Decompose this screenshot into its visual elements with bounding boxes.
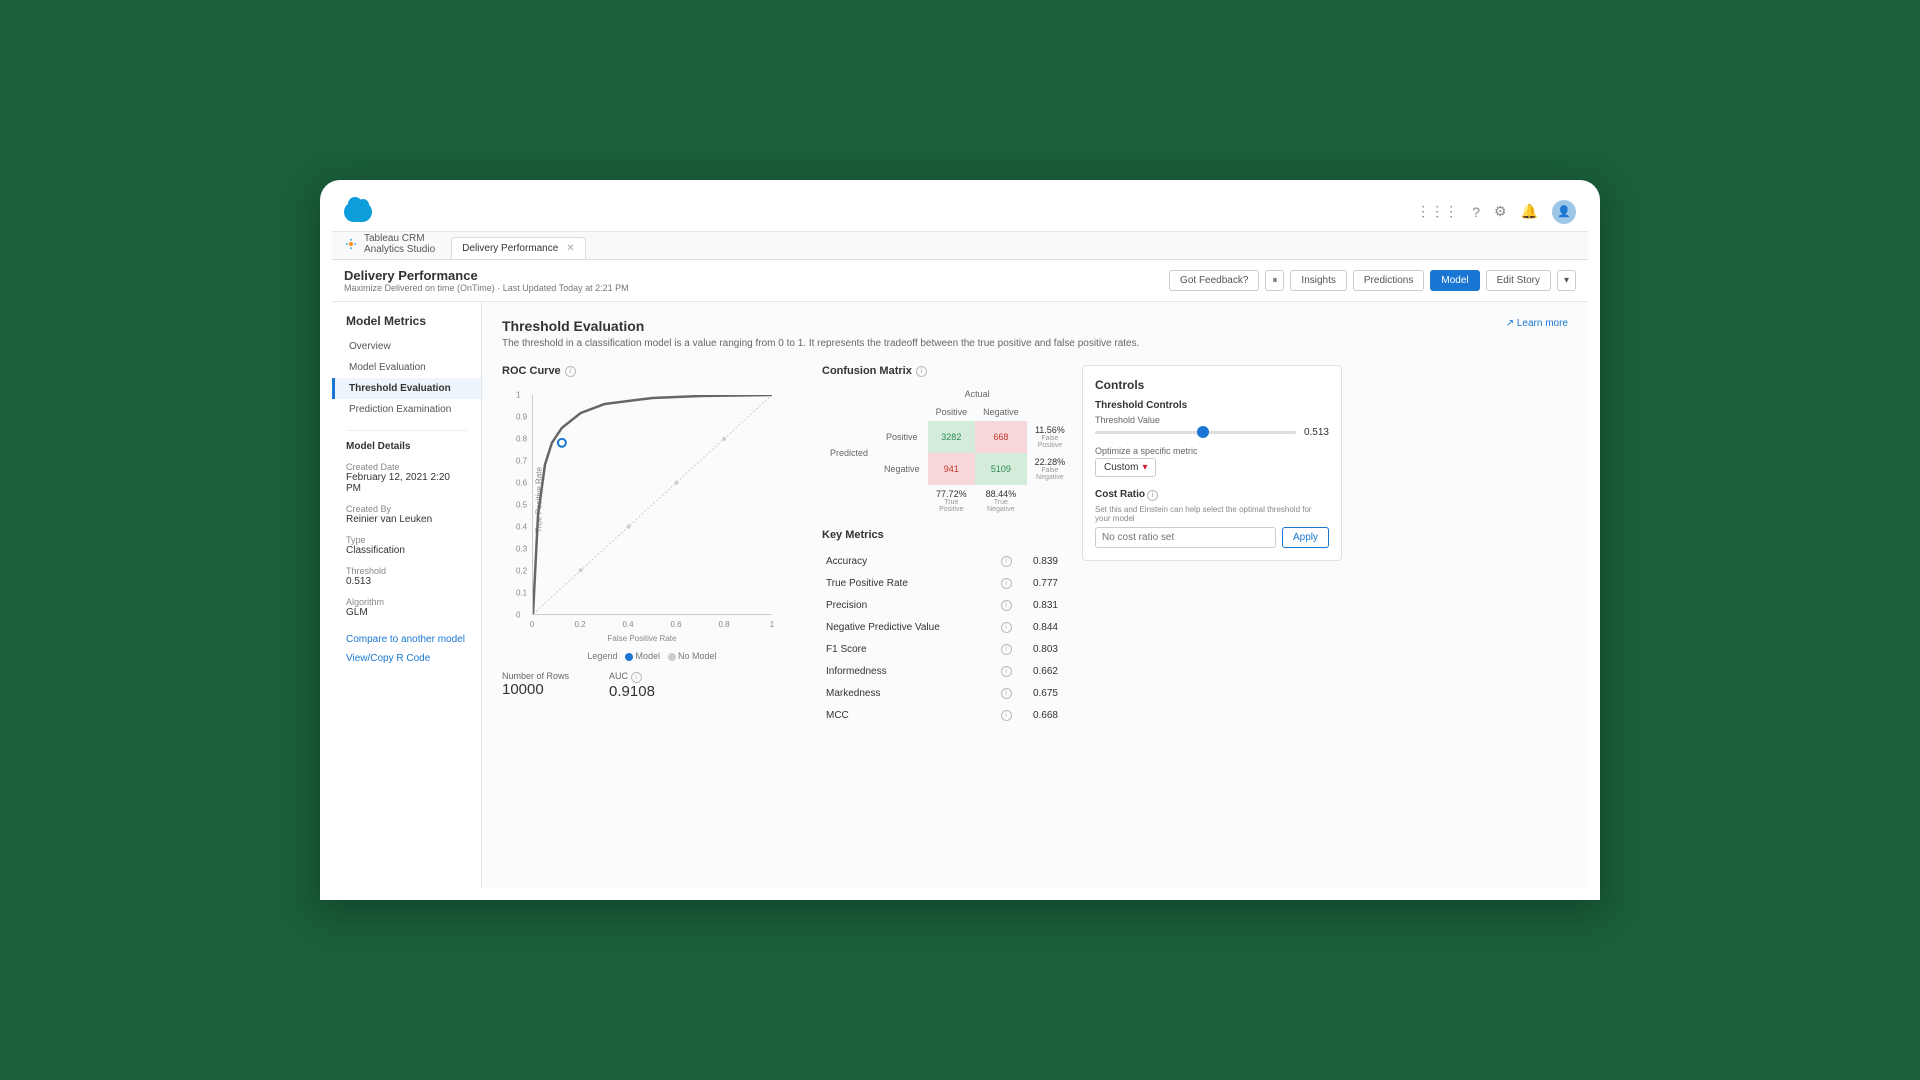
confusion-matrix: Actual PositiveNegative PredictedPositiv… <box>822 385 1073 517</box>
page-subtitle: Maximize Delivered on time (OnTime) · La… <box>344 283 629 293</box>
key-metrics-table: Accuracyi0.839 True Positive Ratei0.777 … <box>822 549 1062 727</box>
app-name-line2: Analytics Studio <box>364 244 435 255</box>
table-row: Negative Predictive Valuei0.844 <box>824 617 1060 637</box>
info-icon[interactable]: i <box>1001 600 1012 611</box>
km-title: Key Metrics <box>822 529 1062 541</box>
info-icon[interactable]: i <box>1001 622 1012 633</box>
optimize-select[interactable]: Custom ▾ <box>1095 458 1156 477</box>
learn-more-link[interactable]: ↗ Learn more <box>1506 318 1568 329</box>
detail-label: Algorithm <box>332 591 481 607</box>
threshold-controls-title: Threshold Controls <box>1095 400 1329 411</box>
apply-button[interactable]: Apply <box>1282 527 1329 548</box>
detail-value: GLM <box>332 607 481 622</box>
salesforce-logo <box>344 202 372 222</box>
main-description: The threshold in a classification model … <box>502 338 1568 349</box>
table-row: Informednessi0.662 <box>824 661 1060 681</box>
detail-label: Created Date <box>332 456 481 472</box>
optimize-label: Optimize a specific metric <box>1095 446 1329 456</box>
detail-value: 0.513 <box>332 576 481 591</box>
table-row: MCCi0.668 <box>824 705 1060 725</box>
pause-button[interactable]: ⏸ <box>1265 270 1284 291</box>
feedback-button[interactable]: Got Feedback? <box>1169 270 1259 291</box>
tableau-crm-icon <box>344 237 358 251</box>
slider-thumb[interactable] <box>1197 426 1209 438</box>
table-row: Markednessi0.675 <box>824 683 1060 703</box>
info-icon[interactable]: i <box>1001 666 1012 677</box>
main-content: Threshold Evaluation ↗ Learn more The th… <box>482 302 1588 888</box>
chevron-down-icon: ▾ <box>1142 462 1147 473</box>
more-menu-button[interactable]: ▾ <box>1557 270 1576 291</box>
app-indicator: Tableau CRM Analytics Studio <box>332 229 447 259</box>
table-row: F1 Scorei0.803 <box>824 639 1060 659</box>
sidebar-item-threshold-evaluation[interactable]: Threshold Evaluation <box>332 378 481 399</box>
edit-story-button[interactable]: Edit Story <box>1486 270 1551 291</box>
help-icon[interactable]: ? <box>1472 204 1480 220</box>
auc-value: 0.9108 <box>609 683 655 700</box>
cost-ratio-title: Cost Ratio <box>1095 489 1145 500</box>
page-title: Delivery Performance <box>344 268 629 283</box>
info-icon[interactable]: i <box>1147 490 1158 501</box>
detail-value: Classification <box>332 545 481 560</box>
tab-delivery-performance[interactable]: Delivery Performance ✕ <box>451 237 586 259</box>
view-r-code-link[interactable]: View/Copy R Code <box>332 649 481 668</box>
info-icon[interactable]: i <box>1001 644 1012 655</box>
external-link-icon: ↗ <box>1506 318 1514 329</box>
x-axis-label: False Positive Rate <box>608 634 677 643</box>
detail-label: Threshold <box>332 560 481 576</box>
info-icon[interactable]: i <box>565 366 576 377</box>
rows-label: Number of Rows <box>502 671 569 681</box>
model-details-title: Model Details <box>332 441 481 456</box>
info-icon[interactable]: i <box>916 366 927 377</box>
sidebar-item-model-evaluation[interactable]: Model Evaluation <box>332 357 481 378</box>
page-header: Delivery Performance Maximize Delivered … <box>332 260 1588 302</box>
sidebar-item-overview[interactable]: Overview <box>332 336 481 357</box>
threshold-value-label: Threshold Value <box>1095 415 1329 425</box>
info-icon[interactable]: i <box>1001 556 1012 567</box>
cost-ratio-desc: Set this and Einstein can help select th… <box>1095 505 1329 523</box>
sidebar: Model Metrics Overview Model Evaluation … <box>332 302 482 888</box>
info-icon[interactable]: i <box>1001 688 1012 699</box>
info-icon[interactable]: i <box>1001 710 1012 721</box>
table-row: True Positive Ratei0.777 <box>824 573 1060 593</box>
predictions-button[interactable]: Predictions <box>1353 270 1424 291</box>
roc-chart: True Positive Rate False Positive Rate 1… <box>502 385 782 645</box>
threshold-value: 0.513 <box>1304 427 1329 438</box>
chart-legend: Legend Model No Model <box>502 651 802 661</box>
info-icon[interactable]: i <box>1001 578 1012 589</box>
compare-model-link[interactable]: Compare to another model <box>332 630 481 649</box>
bell-icon[interactable]: 🔔 <box>1521 203 1538 220</box>
auc-label: AUC <box>609 671 628 681</box>
cm-title: Confusion Matrix <box>822 365 912 377</box>
roc-title: ROC Curve <box>502 365 561 377</box>
detail-label: Created By <box>332 498 481 514</box>
main-title: Threshold Evaluation <box>502 318 644 334</box>
gear-icon[interactable]: ⚙ <box>1494 203 1507 220</box>
avatar[interactable]: 👤 <box>1552 200 1576 224</box>
cost-ratio-input[interactable] <box>1095 527 1276 548</box>
sidebar-title: Model Metrics <box>332 314 481 336</box>
table-row: Precisioni0.831 <box>824 595 1060 615</box>
close-icon[interactable]: ✕ <box>566 243 574 254</box>
rows-value: 10000 <box>502 681 569 698</box>
detail-value: Reinier van Leuken <box>332 514 481 529</box>
info-icon[interactable]: i <box>631 672 642 683</box>
app-name-line1: Tableau CRM <box>364 233 435 244</box>
tabs-row: Tableau CRM Analytics Studio Delivery Pe… <box>332 232 1588 260</box>
detail-value: February 12, 2021 2:20 PM <box>332 472 481 498</box>
controls-title: Controls <box>1095 378 1329 392</box>
controls-panel: Controls Threshold Controls Threshold Va… <box>1082 365 1342 561</box>
top-bar: ⋮⋮⋮ ? ⚙ 🔔 👤 <box>332 192 1588 232</box>
table-row: Accuracyi0.839 <box>824 551 1060 571</box>
sidebar-item-prediction-examination[interactable]: Prediction Examination <box>332 399 481 420</box>
insights-button[interactable]: Insights <box>1290 270 1346 291</box>
tab-label: Delivery Performance <box>462 243 558 254</box>
model-button[interactable]: Model <box>1430 270 1479 291</box>
detail-label: Type <box>332 529 481 545</box>
apps-icon[interactable]: ⋮⋮⋮ <box>1416 203 1458 220</box>
threshold-slider[interactable] <box>1095 431 1296 434</box>
